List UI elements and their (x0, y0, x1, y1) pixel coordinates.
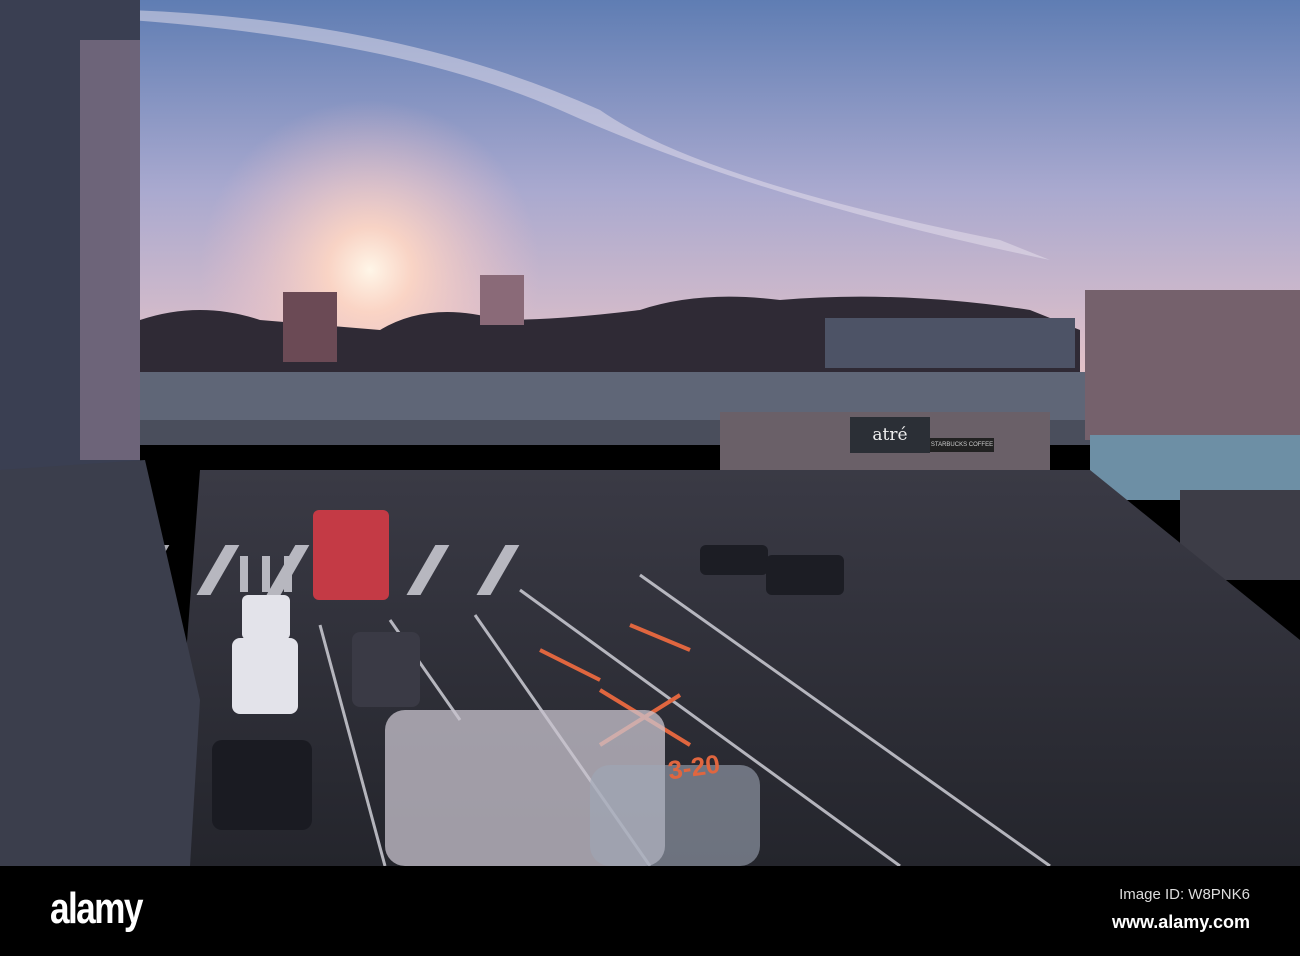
alamy-logo: alamy (50, 884, 143, 933)
watermark-footer: alamy Image ID: W8PNK6 www.alamy.com (0, 866, 1300, 956)
street-photo (0, 0, 1300, 866)
starbucks-sign: STARBUCKS COFFEE (930, 438, 994, 452)
image-id: Image ID: W8PNK6 (1119, 886, 1250, 903)
site-url: www.alamy.com (1111, 912, 1250, 932)
atre-store-sign: atré (850, 417, 930, 453)
stock-photo: atré STARBUCKS COFFEE 3-20 alamy Image I… (0, 0, 1300, 956)
